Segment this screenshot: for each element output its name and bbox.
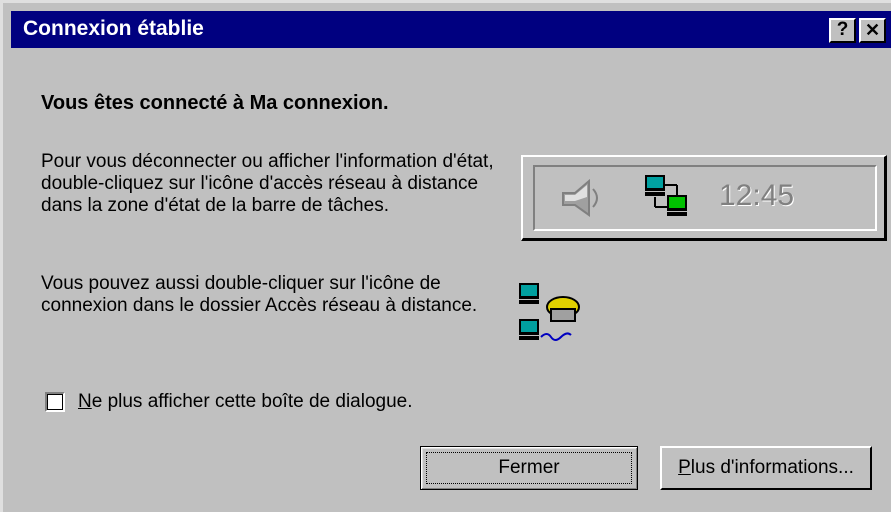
connection-heading: Vous êtes connecté à Ma connexion. [41,92,389,114]
title-bar[interactable]: Connexion établie ? ✕ [11,11,891,48]
dont-show-label[interactable]: Ne plus afficher cette boîte de dialogue… [78,391,413,413]
dialup-connection-icon [519,283,580,341]
more-info-button[interactable]: Plus d'informations... [660,446,872,490]
dont-show-label-text: e plus afficher cette boîte de dialogue. [91,391,413,412]
close-window-button[interactable]: ✕ [859,18,886,43]
more-info-mnemonic: P [678,457,691,478]
tray-clock: 12:45 [719,179,795,212]
network-connection-icon [645,175,687,216]
instruction-text: Pour vous déconnecter ou afficher l'info… [41,151,494,216]
dont-show-label-mnemonic: N [78,391,92,412]
window-title: Connexion établie [23,17,204,40]
speaker-icon [562,178,598,217]
alternative-instruction-text: Vous pouvez aussi double-cliquer sur l'i… [41,273,478,316]
connection-dialog: Connexion établie ? ✕ Vous êtes connecté… [0,0,891,512]
taskbar-tray-illustration: 12:45 [521,155,887,241]
help-button[interactable]: ? [829,18,856,43]
tray-area: 12:45 [533,165,877,231]
close-button-label: Fermer [426,452,632,484]
more-info-label: lus d'informations... [690,457,854,478]
close-icon: ✕ [864,20,881,40]
close-button[interactable]: Fermer [420,446,638,490]
dont-show-checkbox[interactable] [45,392,65,412]
